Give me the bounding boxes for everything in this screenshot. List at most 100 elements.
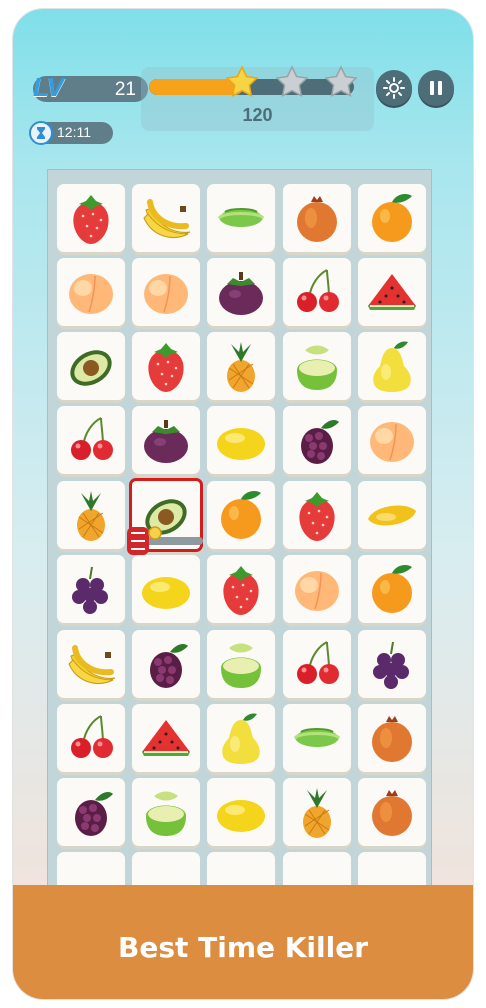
tile-blackberry[interactable] bbox=[283, 406, 351, 474]
tile-mangosteen[interactable] bbox=[207, 258, 275, 326]
tile-partial[interactable] bbox=[132, 852, 200, 888]
tile-cherry[interactable] bbox=[283, 258, 351, 326]
tile-starfruit[interactable] bbox=[207, 184, 275, 252]
tile-strawberry[interactable] bbox=[132, 332, 200, 400]
game-screen: LV 21 12:11 120 Best Time Killer bbox=[13, 9, 473, 999]
tile-banana[interactable] bbox=[57, 630, 125, 698]
pineapple-icon bbox=[227, 342, 255, 392]
tile-grapes[interactable] bbox=[358, 630, 426, 698]
tile-pear[interactable] bbox=[358, 332, 426, 400]
tile-pineapple[interactable] bbox=[207, 332, 275, 400]
banana-icon bbox=[143, 199, 191, 238]
star-icon bbox=[275, 65, 309, 97]
pause-button[interactable] bbox=[418, 70, 454, 106]
cherry-icon bbox=[297, 641, 339, 684]
tile-mangosteen[interactable] bbox=[132, 406, 200, 474]
starfruit-icon bbox=[217, 208, 265, 227]
tile-orange[interactable] bbox=[207, 481, 275, 549]
tile-guava[interactable] bbox=[207, 630, 275, 698]
hammer-icon bbox=[127, 526, 203, 555]
blackberry-icon bbox=[150, 644, 188, 688]
tile-partial[interactable] bbox=[283, 852, 351, 888]
guava-icon bbox=[221, 643, 261, 688]
avocado-icon bbox=[70, 350, 112, 386]
blackberry-icon bbox=[75, 792, 113, 836]
star-icon bbox=[324, 65, 358, 97]
blackberry-icon bbox=[301, 420, 339, 464]
pear-icon bbox=[222, 713, 260, 764]
mango-icon bbox=[368, 505, 416, 526]
tile-lemon[interactable] bbox=[207, 778, 275, 846]
tile-blackberry[interactable] bbox=[57, 778, 125, 846]
tile-guava[interactable] bbox=[283, 332, 351, 400]
orange-icon bbox=[221, 491, 261, 539]
tile-strawberry[interactable] bbox=[283, 481, 351, 549]
starfruit-icon bbox=[293, 728, 341, 747]
tile-board bbox=[47, 169, 432, 889]
tile-banana[interactable] bbox=[132, 184, 200, 252]
tile-peach[interactable] bbox=[132, 258, 200, 326]
strawberry-icon bbox=[299, 492, 335, 541]
pineapple-icon bbox=[303, 788, 331, 838]
tile-grapes[interactable] bbox=[57, 555, 125, 623]
peach-icon bbox=[295, 571, 339, 611]
strawberry-icon bbox=[148, 343, 184, 392]
lemon-icon bbox=[217, 800, 265, 832]
mangosteen-icon bbox=[144, 420, 188, 463]
tile-cherry[interactable] bbox=[283, 630, 351, 698]
cherry-icon bbox=[71, 715, 113, 758]
tile-pomegranate[interactable] bbox=[358, 704, 426, 772]
banner-title: Best Time Killer bbox=[117, 931, 369, 964]
tile-lemon[interactable] bbox=[207, 406, 275, 474]
tile-peach[interactable] bbox=[358, 406, 426, 474]
guava-icon bbox=[297, 345, 337, 390]
tile-partial[interactable] bbox=[207, 852, 275, 888]
tile-peach[interactable] bbox=[283, 555, 351, 623]
settings-button[interactable] bbox=[376, 70, 412, 106]
tile-starfruit[interactable] bbox=[283, 704, 351, 772]
grapes-icon bbox=[373, 641, 409, 689]
tile-pomegranate[interactable] bbox=[358, 778, 426, 846]
tile-strawberry[interactable] bbox=[207, 555, 275, 623]
lemon-icon bbox=[217, 428, 265, 460]
tile-blackberry[interactable] bbox=[132, 630, 200, 698]
tile-pineapple[interactable] bbox=[57, 481, 125, 549]
gear-icon bbox=[383, 77, 405, 99]
promo-banner: Best Time Killer bbox=[13, 885, 473, 999]
score-value: 120 bbox=[242, 105, 273, 125]
tile-orange[interactable] bbox=[358, 184, 426, 252]
tile-pomegranate[interactable] bbox=[283, 184, 351, 252]
tile-guava[interactable] bbox=[132, 778, 200, 846]
peach-icon bbox=[69, 274, 113, 314]
tile-strawberry[interactable] bbox=[57, 184, 125, 252]
tile-cherry[interactable] bbox=[57, 406, 125, 474]
timer-value: 12:11 bbox=[57, 124, 91, 140]
peach-icon bbox=[144, 274, 188, 314]
tile-partial[interactable] bbox=[57, 852, 125, 888]
tile-pineapple[interactable] bbox=[283, 778, 351, 846]
pomegranate-icon bbox=[297, 196, 337, 242]
mangosteen-icon bbox=[219, 272, 263, 315]
watermelon-icon bbox=[368, 274, 416, 310]
watermelon-icon bbox=[142, 720, 190, 756]
pineapple-icon bbox=[77, 491, 105, 541]
tile-peach[interactable] bbox=[57, 258, 125, 326]
level-indicator: LV 21 bbox=[33, 72, 148, 102]
peach-icon bbox=[370, 422, 414, 462]
pomegranate-icon bbox=[372, 716, 412, 762]
tile-lemon[interactable] bbox=[132, 555, 200, 623]
guava-icon bbox=[146, 791, 186, 836]
cherry-icon bbox=[297, 269, 339, 312]
tile-avocado[interactable] bbox=[57, 332, 125, 400]
tile-watermelon[interactable] bbox=[358, 258, 426, 326]
tile-orange[interactable] bbox=[358, 555, 426, 623]
timer: 12:11 bbox=[29, 121, 113, 145]
tile-mango[interactable] bbox=[358, 481, 426, 549]
tile-watermelon[interactable] bbox=[132, 704, 200, 772]
orange-icon bbox=[372, 194, 412, 242]
hud: LV 21 12:11 120 bbox=[13, 9, 473, 169]
tile-cherry[interactable] bbox=[57, 704, 125, 772]
tile-partial[interactable] bbox=[358, 852, 426, 888]
tile-pear[interactable] bbox=[207, 704, 275, 772]
pomegranate-icon bbox=[372, 790, 412, 836]
